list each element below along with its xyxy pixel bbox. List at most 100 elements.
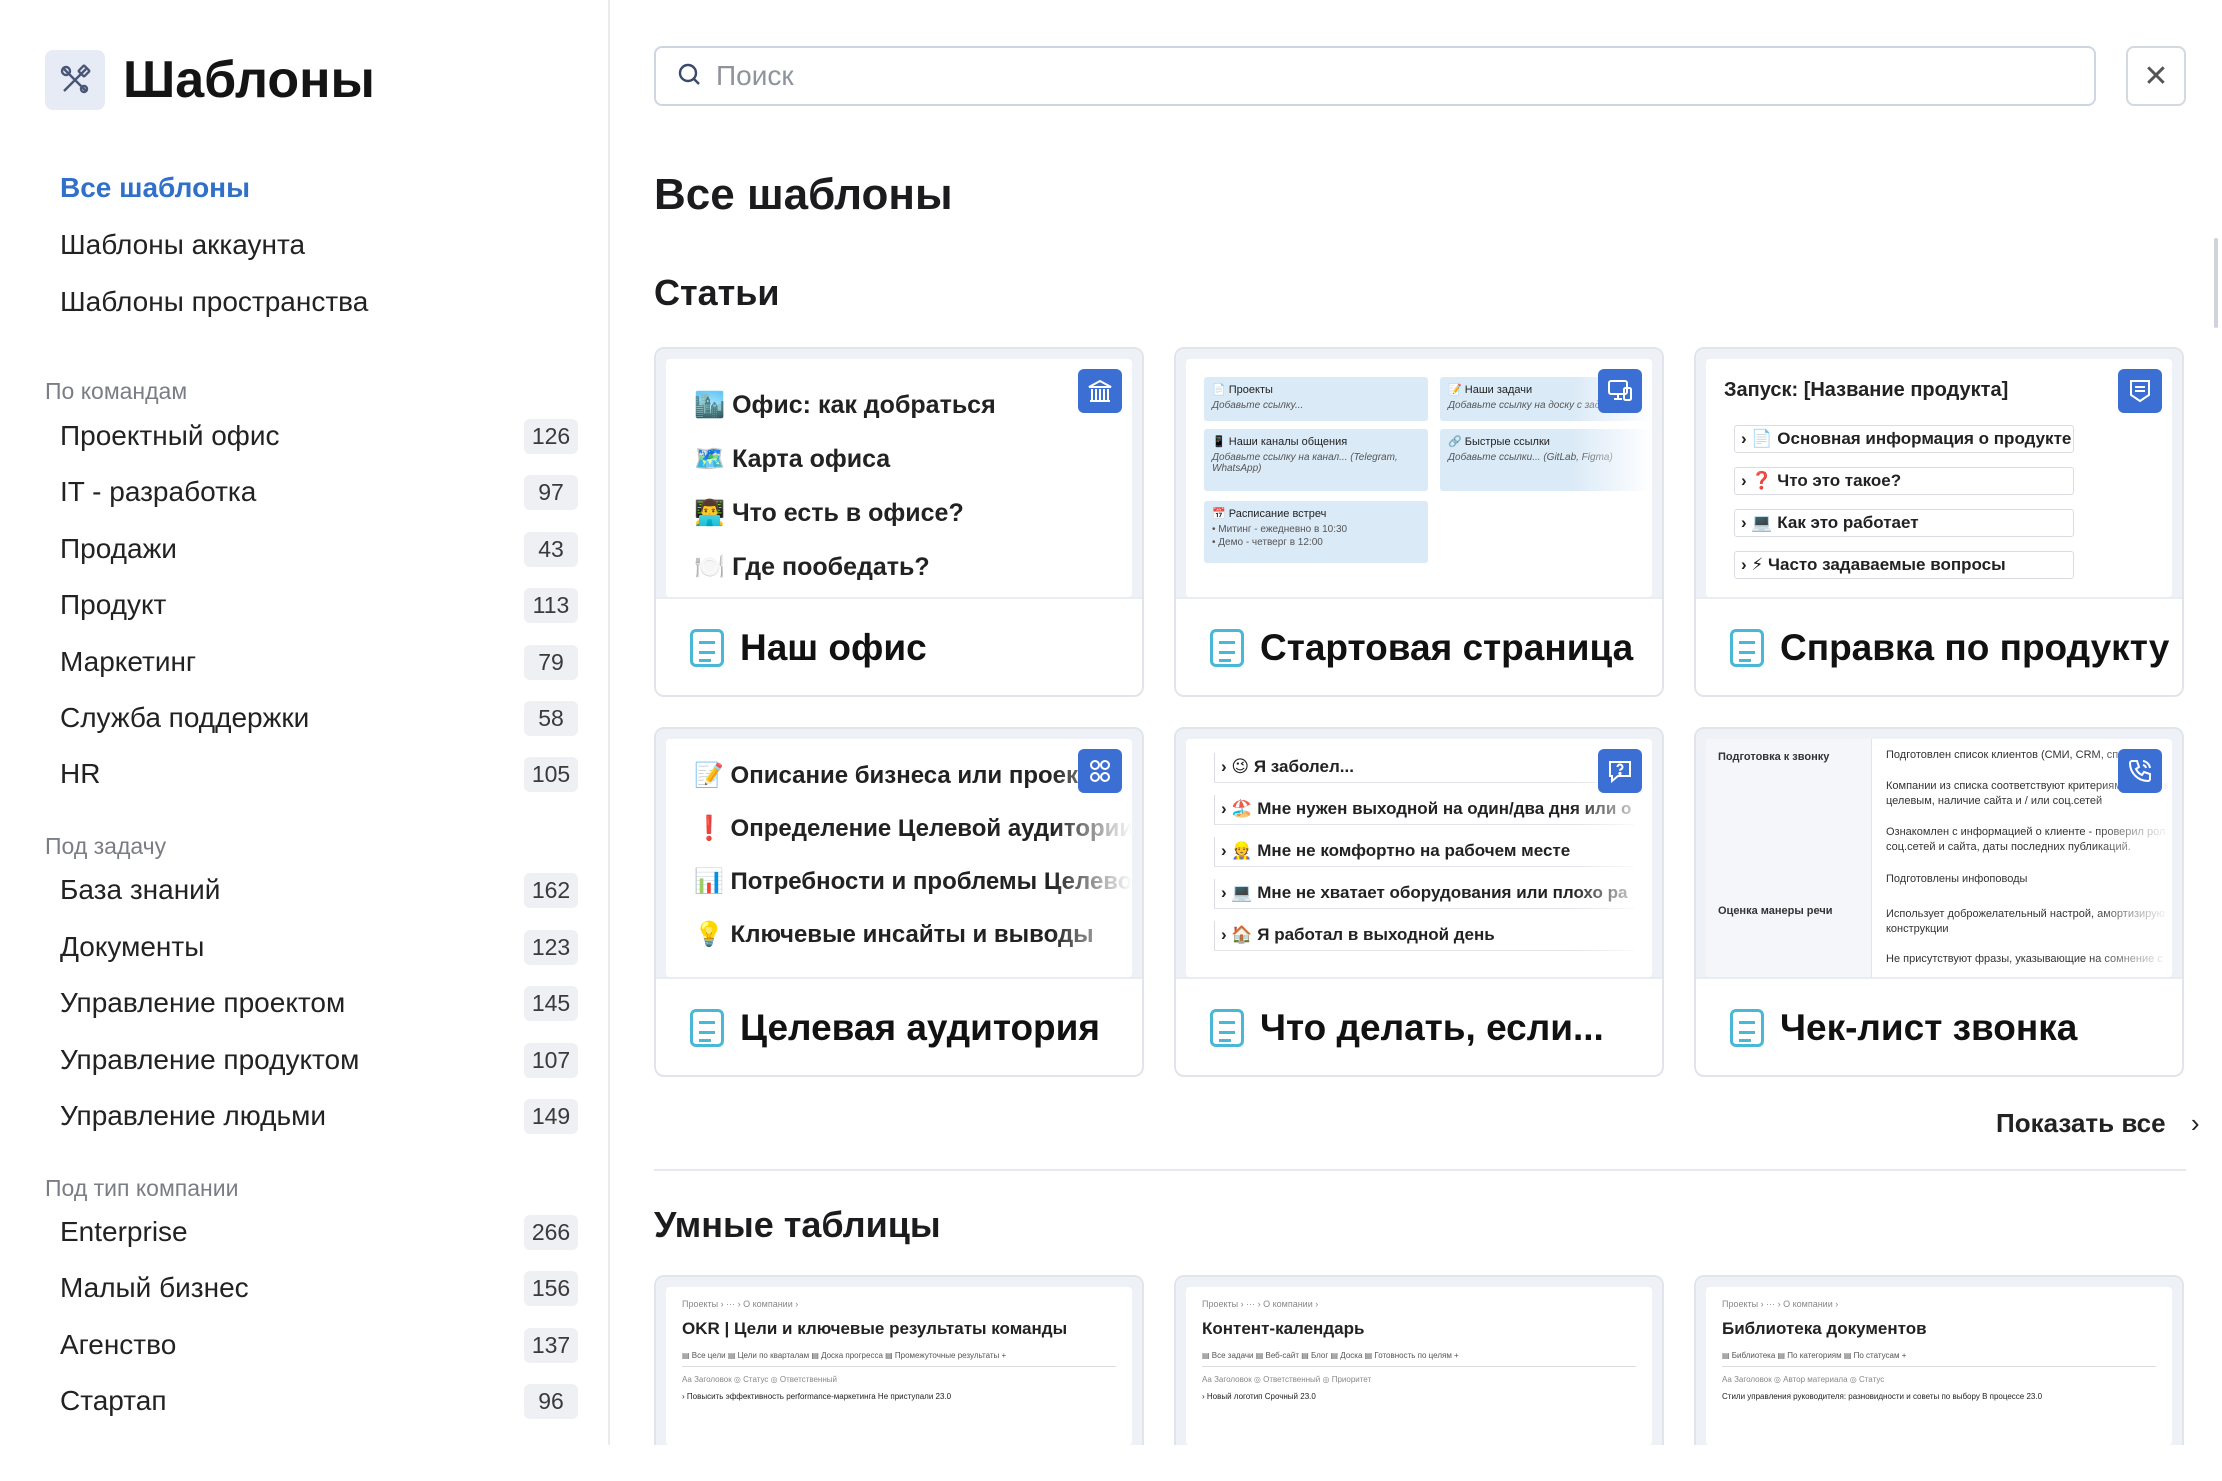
template-card[interactable]: Проекты › ··· › О компании › Контент-кал… <box>1174 1275 1664 1445</box>
template-card[interactable]: 📝 Описание бизнеса или проекта ❗ Определ… <box>654 727 1144 1077</box>
category-count: 107 <box>524 1042 578 1078</box>
table-row: › Новый логотип Срочный 23.0 <box>1202 1392 1316 1401</box>
table-row: › Повысить эффективность performance-мар… <box>682 1392 952 1401</box>
category-label: Малый бизнес <box>60 1272 249 1303</box>
nav-all-templates[interactable]: Все шаблоны <box>60 168 368 225</box>
card-footer: Наш офис <box>656 597 1142 695</box>
close-icon: ✕ <box>2143 59 2169 93</box>
category-label: Управление проектом <box>60 987 346 1018</box>
category-item[interactable]: Enterprise 266 <box>60 1212 578 1252</box>
category-item[interactable]: Управление продуктом 107 <box>60 1040 578 1080</box>
category-item[interactable]: HR 105 <box>60 754 578 794</box>
building-icon <box>1078 369 1122 413</box>
category-item[interactable]: Стартап 96 <box>60 1381 578 1421</box>
card-footer: Стартовая страница <box>1176 597 1662 695</box>
template-card[interactable]: Запуск: [Название продукта] › 📄 Основная… <box>1694 347 2184 697</box>
table-row: Стили управления руководителя: разновидн… <box>1722 1392 2043 1401</box>
category-count: 97 <box>524 474 578 510</box>
divider <box>654 1169 2186 1171</box>
preview-block: 📱 Наши каналы общения Добавьте ссылку на … <box>1204 429 1428 491</box>
group-title-tasks: Под задачу <box>45 833 167 859</box>
show-all-link[interactable]: Показать все › <box>1996 1108 2200 1139</box>
close-button[interactable]: ✕ <box>2126 46 2186 106</box>
document-icon <box>1730 1009 1764 1047</box>
section-title-articles: Статьи <box>654 272 780 313</box>
preview-toggle: › 😉 Я заболел... <box>1214 753 1634 783</box>
phone-icon <box>2118 749 2162 793</box>
nav-account-templates[interactable]: Шаблоны аккаунта <box>60 225 368 282</box>
category-item[interactable]: Агенство 137 <box>60 1325 578 1365</box>
category-item[interactable]: Малый бизнес 156 <box>60 1268 578 1308</box>
preview-toggle: › 👷 Мне не комфортно на рабочем месте <box>1214 837 1634 867</box>
card-title: Наш офис <box>740 627 927 668</box>
template-card[interactable]: Проекты › ··· › О компании › Библиотека … <box>1694 1275 2184 1445</box>
preview-line: 💡 Ключевые инсайты и выводы <box>694 921 1094 948</box>
template-card[interactable]: Подготовка к звонку Оценка манеры речи П… <box>1694 727 2184 1077</box>
scrollbar[interactable] <box>2214 238 2218 328</box>
template-card[interactable]: 🏙️ Офис: как добраться 🗺️ Карта офиса 👨‍… <box>654 347 1144 697</box>
category-count: 96 <box>524 1383 578 1419</box>
category-count: 149 <box>524 1098 578 1134</box>
preview-line: 🗺️ Карта офиса <box>694 445 891 473</box>
category-count: 43 <box>524 531 578 567</box>
preview-cell: Подготовлены инфоповоды <box>1886 873 2028 885</box>
template-card[interactable]: Проекты › ··· › О компании › OKR | Цели … <box>654 1275 1144 1445</box>
preview-toggle: › ❓ Что это такое? <box>1734 467 2074 495</box>
card-footer: Чек-лист звонка <box>1696 977 2182 1075</box>
nav-space-templates[interactable]: Шаблоны пространства <box>60 282 368 339</box>
preview-line: 🏙️ Офис: как добраться <box>694 391 996 419</box>
template-card[interactable]: › 😉 Я заболел... › 🏖️ Мне нужен выходной… <box>1174 727 1664 1077</box>
breadcrumb: Проекты › ··· › О компании › <box>1202 1299 1319 1309</box>
preview-line: 📝 Описание бизнеса или проекта <box>694 762 1104 789</box>
template-card[interactable]: 📄 Проекты Добавьте ссылку... 📝 Наши задач… <box>1174 347 1664 697</box>
category-item[interactable]: IT - разработка 97 <box>60 472 578 512</box>
table-header: Аа Заголовок ◎ Автор материала ◎ Статус <box>1722 1375 1885 1384</box>
table-tabs: ▤ Все цели ▤ Цели по кварталам ▤ Доска п… <box>682 1351 1116 1367</box>
breadcrumb: Проекты › ··· › О компании › <box>1722 1299 1839 1309</box>
preview-toggle: › 🏠 Я работал в выходной день <box>1214 921 1634 951</box>
card-footer: Справка по продукту <box>1696 597 2182 695</box>
templates-logo-icon <box>45 50 105 110</box>
category-label: Продукт <box>60 589 167 620</box>
table-preview: Проекты › ··· › О компании › Контент-кал… <box>1186 1287 1652 1445</box>
category-label: IT - разработка <box>60 476 257 507</box>
search-input[interactable]: Поиск <box>654 46 2096 106</box>
category-item[interactable]: Документы 123 <box>60 927 578 967</box>
show-all-label: Показать все <box>1996 1108 2166 1138</box>
card-title: Справка по продукту <box>1780 627 2170 668</box>
card-preview: Подготовка к звонку Оценка манеры речи П… <box>1696 729 2182 977</box>
table-header: Аа Заголовок ◎ Ответственный ◎ Приоритет <box>1202 1375 1372 1384</box>
section-title-smart-tables: Умные таблицы <box>654 1204 941 1245</box>
group-title-teams: По командам <box>45 378 188 404</box>
category-item[interactable]: Продукт 113 <box>60 585 578 625</box>
preview-toggle: › 💻 Мне не хватает оборудования или плох… <box>1214 879 1634 909</box>
sidebar: Шаблоны Все шаблоны Шаблоны аккаунта Шаб… <box>0 0 610 1445</box>
app-title: Шаблоны <box>123 51 375 109</box>
table-header: Аа Заголовок ◎ Статус ◎ Ответственный <box>682 1375 837 1384</box>
category-item[interactable]: Служба поддержки 58 <box>60 698 578 738</box>
category-label: Проектный офис <box>60 420 280 451</box>
category-label: Служба поддержки <box>60 702 310 733</box>
preview-cell: Подготовка к звонку <box>1718 751 1830 763</box>
category-item[interactable]: Управление проектом 145 <box>60 983 578 1023</box>
category-count: 145 <box>524 985 578 1021</box>
category-item[interactable]: Управление людьми 149 <box>60 1096 578 1136</box>
preview-block: 📄 Проекты Добавьте ссылку... <box>1204 377 1428 421</box>
card-preview: › 😉 Я заболел... › 🏖️ Мне нужен выходной… <box>1176 729 1662 977</box>
category-item[interactable]: База знаний 162 <box>60 870 578 910</box>
category-item[interactable]: Маркетинг 79 <box>60 642 578 682</box>
card-footer: Что делать, если... <box>1176 977 1662 1075</box>
table-title: Контент-календарь <box>1202 1319 1365 1338</box>
preview-toggle: › 💻 Как это работает <box>1734 509 2074 537</box>
card-preview: 📝 Описание бизнеса или проекта ❗ Определ… <box>656 729 1142 977</box>
page-title: Все шаблоны <box>654 170 953 219</box>
card-preview: 🏙️ Офис: как добраться 🗺️ Карта офиса 👨‍… <box>656 349 1142 597</box>
category-item[interactable]: Продажи 43 <box>60 529 578 569</box>
help-chat-icon <box>1598 749 1642 793</box>
chevron-right-icon: › <box>2190 1108 2200 1138</box>
card-title: Стартовая страница <box>1260 627 1634 668</box>
category-label: Управление продуктом <box>60 1044 360 1075</box>
preview-cell: Оценка манеры речи <box>1718 905 1833 917</box>
category-item[interactable]: Проектный офис 126 <box>60 416 578 456</box>
preview-line: 🍽️ Где пообедать? <box>694 553 930 581</box>
